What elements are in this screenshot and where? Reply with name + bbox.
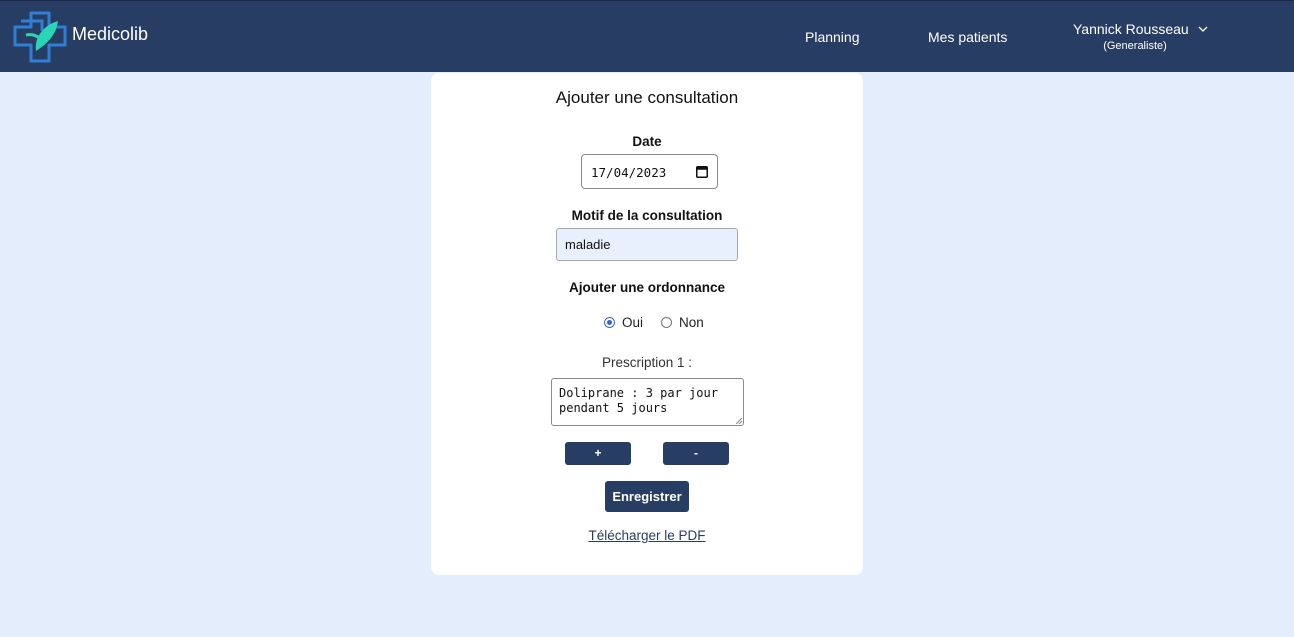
remove-prescription-button[interactable]: - [663,442,729,465]
nav-link-mes-patients[interactable]: Mes patients [928,29,1007,45]
nav-link-planning[interactable]: Planning [805,29,860,45]
download-pdf-link[interactable]: Télécharger le PDF [431,528,863,543]
chevron-down-icon [1198,26,1208,32]
form-title: Ajouter une consultation [555,88,739,107]
date-label: Date [632,134,662,149]
radio-oui-label[interactable]: Oui [622,315,643,330]
date-input[interactable]: 17/04/2023 [581,154,718,189]
resize-grip-icon[interactable] [736,418,742,424]
date-value: 17/04/2023 [591,165,667,180]
brand-name[interactable]: Medicolib [72,24,148,45]
calendar-icon[interactable] [696,165,708,178]
top-navbar: Medicolib Planning Mes patients Yannick … [0,0,1294,72]
radio-non[interactable] [661,317,672,328]
consultation-form-card: Ajouter une consultation Date 17/04/2023… [431,73,863,575]
prescription-text: Doliprane : 3 par jour pendant 5 jours [559,386,718,415]
medical-cross-logo-icon[interactable] [12,11,68,63]
prescription-label: Prescription 1 : [601,355,693,370]
user-name: Yannick Rousseau [1073,21,1189,37]
radio-non-label[interactable]: Non [679,315,704,330]
save-button[interactable]: Enregistrer [605,481,689,512]
ordonnance-label: Ajouter une ordonnance [568,280,725,295]
prescription-textarea[interactable]: Doliprane : 3 par jour pendant 5 jours [551,378,744,426]
motif-label: Motif de la consultation [571,208,723,223]
user-role: (Generaliste) [1103,40,1167,52]
add-prescription-button[interactable]: + [565,442,631,465]
radio-oui[interactable] [604,317,615,328]
motif-input[interactable] [556,228,738,261]
